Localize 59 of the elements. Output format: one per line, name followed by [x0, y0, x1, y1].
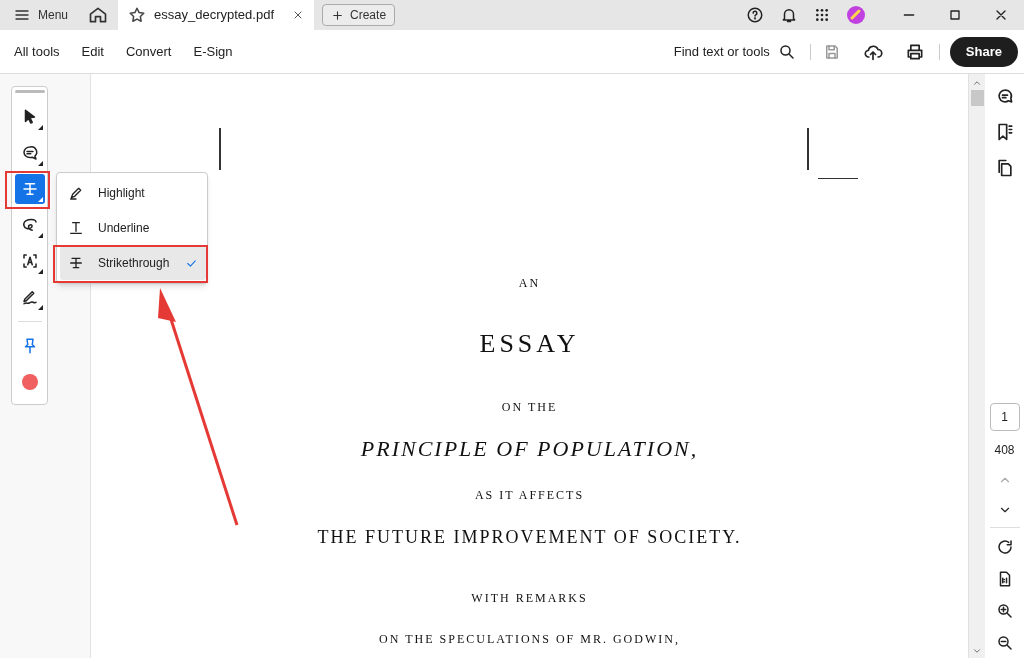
- document-text: AS IT AFFECTS: [474, 487, 585, 504]
- toolbar-menu[interactable]: Convert: [125, 41, 172, 62]
- highlighter-icon: [68, 185, 84, 201]
- menu-item[interactable]: Highlight: [60, 176, 206, 210]
- crop-mark: [807, 128, 809, 170]
- document-text: THE FUTURE IMPROVEMENT OF SOCIETY.: [317, 526, 742, 549]
- freehand-loop-icon: [20, 216, 39, 234]
- page-number-field[interactable]: 1: [989, 403, 1020, 431]
- scrollbar[interactable]: [968, 74, 985, 658]
- create-button[interactable]: Create: [322, 4, 396, 26]
- search-button[interactable]: Find text or tools: [673, 41, 796, 62]
- page-count: 408: [994, 442, 1015, 459]
- crop-mark: [219, 128, 221, 170]
- tab-title: essay_decrypted.pdf: [154, 6, 275, 25]
- highlight-frame: [5, 171, 50, 209]
- underline-icon: [68, 220, 84, 236]
- menu-item[interactable]: Underline: [60, 211, 206, 245]
- search-icon: [777, 42, 796, 61]
- apps-grid-icon[interactable]: [814, 7, 830, 23]
- drag-handle[interactable]: [14, 90, 45, 93]
- avatar-icon[interactable]: [846, 5, 866, 25]
- document-text: PRINCIPLE OF POPULATION,: [360, 435, 699, 463]
- plus-icon: [331, 8, 345, 22]
- comment-icon: [20, 144, 39, 162]
- help-icon[interactable]: [746, 6, 764, 24]
- document-text: ON THE: [501, 399, 558, 416]
- home-icon: [88, 5, 109, 25]
- toolbar-menu[interactable]: All tools: [14, 41, 60, 62]
- bell-icon[interactable]: [780, 6, 798, 24]
- zoom-in-icon[interactable]: [995, 602, 1014, 620]
- corner-triangle-icon: [37, 269, 43, 274]
- scroll-thumb[interactable]: [970, 90, 984, 106]
- strikethrough-icon: [20, 180, 39, 198]
- pen-signature-icon: [20, 288, 39, 306]
- text-box-icon: [20, 252, 39, 270]
- star-icon[interactable]: [128, 6, 147, 24]
- zoom-out-icon[interactable]: [995, 634, 1014, 652]
- rotate-icon[interactable]: [995, 538, 1014, 556]
- share-button[interactable]: Share: [949, 36, 1018, 67]
- corner-triangle-icon: [37, 161, 43, 166]
- toolbar-menu[interactable]: E-Sign: [193, 41, 233, 62]
- menu-button[interactable]: Menu: [14, 6, 69, 24]
- menu-item[interactable]: Strikethrough: [60, 246, 206, 280]
- menu-icon: [14, 7, 30, 23]
- corner-triangle-icon: [37, 197, 43, 202]
- corner-triangle-icon: [37, 233, 43, 238]
- document-text: WITH REMARKS: [471, 590, 588, 607]
- toolbar-menu[interactable]: Edit: [81, 41, 104, 62]
- corner-triangle-icon: [37, 305, 43, 310]
- scroll-down-icon[interactable]: [972, 646, 982, 656]
- document-text: ON THE SPECULATIONS OF MR. GODWIN,: [379, 631, 680, 648]
- document-tab[interactable]: essay_decrypted.pdf: [118, 0, 315, 30]
- document-text: AN: [518, 275, 541, 292]
- scroll-up-icon[interactable]: [972, 78, 982, 88]
- corner-triangle-icon: [37, 125, 43, 130]
- crop-mark: [818, 178, 858, 179]
- document-text: ESSAY: [479, 328, 580, 360]
- strikethrough-icon: [68, 255, 84, 271]
- home-button[interactable]: [88, 5, 109, 25]
